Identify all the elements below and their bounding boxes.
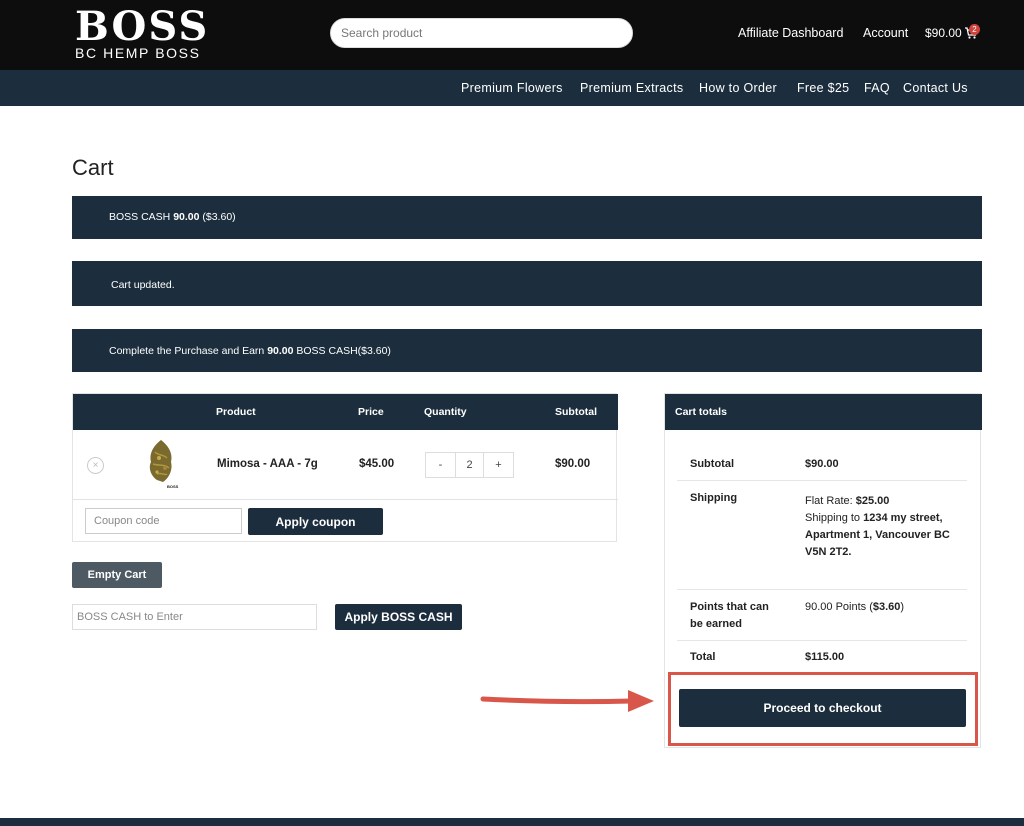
product-price: $45.00 [359, 458, 395, 470]
col-quantity: Quantity [424, 406, 467, 418]
site-logo[interactable]: BOSS BC HEMP BOSS [75, 3, 210, 61]
boss-cash-input[interactable] [72, 604, 317, 630]
shipping-label: Shipping [690, 492, 738, 504]
cart-table-header: Product Price Quantity Subtotal [73, 394, 618, 430]
points-value-suffix: ) [900, 601, 905, 613]
shipping-value: Flat Rate: $25.00 Shipping to 1234 my st… [805, 493, 975, 561]
earn-points-text: Complete the Purchase and Earn 90.00 BOS… [109, 345, 391, 357]
footer-bar [0, 818, 1024, 826]
quantity-stepper: - 2 + [425, 452, 514, 478]
points-value-prefix: 90.00 Points ( [805, 601, 873, 613]
totals-divider [677, 640, 967, 641]
cart-totals-header: Cart totals [665, 394, 982, 430]
nav-faq[interactable]: FAQ [864, 81, 890, 95]
logo-sub-text: BC HEMP BOSS [75, 45, 201, 61]
boss-cash-value: ($3.60) [199, 211, 236, 223]
search-input[interactable] [330, 18, 633, 48]
cart-totals-heading: Cart totals [675, 406, 727, 418]
col-price: Price [358, 406, 384, 418]
nav-how-to-order[interactable]: How to Order [699, 81, 777, 95]
boss-cash-amount: 90.00 [173, 211, 200, 223]
shipping-rate: Flat Rate: $25.00 [805, 493, 975, 510]
shipping-rate-value: $25.00 [855, 495, 890, 507]
shipping-address-line3-text: V5N 2T2. [805, 546, 852, 558]
cart-updated-text: Cart updated. [111, 279, 175, 291]
total-label: Total [690, 651, 716, 663]
shipping-address-line2: Apartment 1, Vancouver BC [805, 527, 975, 544]
cart-count-badge: 2 [969, 24, 980, 35]
quantity-input[interactable]: 2 [454, 453, 485, 477]
shipping-address-line3: V5N 2T2. [805, 544, 975, 561]
empty-cart-button[interactable]: Empty Cart [72, 562, 162, 588]
points-label-line1: Points that can [690, 601, 769, 613]
boss-cash-label: BOSS CASH [109, 211, 174, 223]
row-divider [73, 499, 618, 500]
apply-coupon-button[interactable]: Apply coupon [248, 508, 383, 535]
earn-suffix: BOSS CASH($3.60) [293, 345, 391, 357]
remove-item-button[interactable]: × [87, 457, 104, 474]
shipping-destination: Shipping to 1234 my street, [805, 510, 975, 527]
product-name-link[interactable]: Mimosa - AAA - 7g [217, 458, 318, 470]
annotation-arrow-icon [480, 690, 654, 712]
shipping-rate-prefix: Flat Rate: [805, 495, 856, 507]
proceed-to-checkout-button[interactable]: Proceed to checkout [679, 689, 966, 727]
apply-boss-cash-button[interactable]: Apply BOSS CASH [335, 604, 462, 630]
quantity-increase-button[interactable]: + [484, 453, 513, 477]
top-header: BOSS BC HEMP BOSS Affiliate Dashboard Ac… [0, 0, 1024, 70]
main-nav: Premium Flowers Premium Extracts How to … [0, 70, 1024, 106]
product-thumbnail[interactable]: BOSS [139, 438, 185, 490]
nav-premium-extracts[interactable]: Premium Extracts [580, 81, 683, 95]
shipping-address-line1: 1234 my street, [863, 512, 943, 524]
nav-free-25[interactable]: Free $25 [797, 81, 849, 95]
points-label: Points that can be earned [690, 599, 769, 633]
product-subtotal: $90.00 [555, 458, 591, 470]
totals-divider [677, 589, 967, 590]
affiliate-dashboard-link[interactable]: Affiliate Dashboard [738, 26, 843, 40]
points-value: 90.00 Points ($3.60) [805, 599, 904, 616]
earn-amount: 90.00 [267, 345, 294, 357]
cart-table: Product Price Quantity Subtotal × BOSS M… [72, 393, 618, 542]
nav-contact-us[interactable]: Contact Us [903, 81, 968, 95]
col-product: Product [216, 406, 256, 418]
page-title: Cart [72, 155, 114, 180]
col-subtotal: Subtotal [555, 406, 597, 418]
totals-divider [677, 480, 967, 481]
cart-updated-notice: Cart updated. [72, 261, 982, 306]
quantity-decrease-button[interactable]: - [426, 453, 455, 477]
shipping-to-prefix: Shipping to [805, 512, 864, 524]
account-link[interactable]: Account [863, 26, 908, 40]
boss-cash-notice-text: BOSS CASH 90.00 ($3.60) [109, 211, 236, 223]
boss-cash-notice: BOSS CASH 90.00 ($3.60) [72, 196, 982, 239]
points-value-amount: $3.60 [872, 601, 901, 613]
total-value: $115.00 [805, 651, 845, 663]
cart-total: $90.00 [925, 26, 962, 40]
product-thumbnail-brand: BOSS [167, 484, 179, 489]
shipping-address-line2-text: Apartment 1, Vancouver BC [805, 529, 950, 541]
subtotal-label: Subtotal [690, 458, 734, 470]
subtotal-value: $90.00 [805, 458, 839, 470]
coupon-code-input[interactable] [85, 508, 242, 534]
nav-premium-flowers[interactable]: Premium Flowers [461, 81, 563, 95]
logo-main-text: BOSS [75, 3, 210, 50]
earn-points-notice: Complete the Purchase and Earn 90.00 BOS… [72, 329, 982, 372]
earn-prefix: Complete the Purchase and Earn [109, 345, 268, 357]
points-label-line2: be earned [690, 618, 742, 630]
